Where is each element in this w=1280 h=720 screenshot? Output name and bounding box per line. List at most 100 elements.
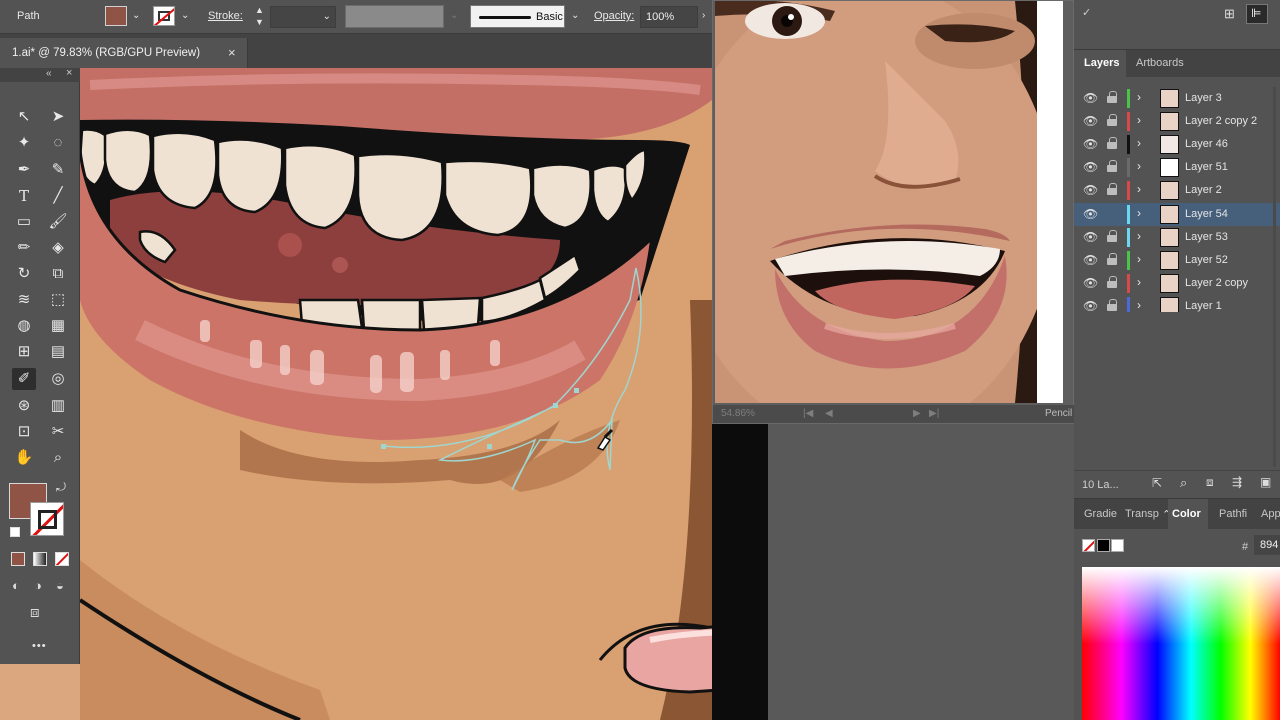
visibility-eye-icon[interactable]: 👁 <box>1083 230 1098 244</box>
visibility-eye-icon[interactable]: 👁 <box>1083 91 1098 105</box>
fill-dropdown-chevron-icon[interactable]: ⌄ <box>132 10 140 21</box>
curvature-tool-icon[interactable]: ✎ <box>46 159 70 181</box>
column-graph-tool-icon[interactable]: ▥ <box>46 395 70 417</box>
export-icon[interactable]: ⇱ <box>1152 476 1162 490</box>
hex-value-field[interactable]: 894 <box>1254 535 1280 555</box>
layer-row[interactable]: 👁 › Layer 3 <box>1074 87 1280 110</box>
magic-wand-tool-icon[interactable]: ✦ <box>12 132 36 154</box>
layer-name[interactable]: Layer 54 <box>1185 208 1228 220</box>
mesh-tool-icon[interactable]: ⊞ <box>12 341 36 363</box>
layer-row[interactable]: 👁 › Layer 53 <box>1074 226 1280 249</box>
eraser-tool-icon[interactable]: ◈ <box>46 237 70 259</box>
stroke-label[interactable]: Stroke: <box>208 10 243 22</box>
expand-arrow-icon[interactable]: › <box>1137 90 1141 104</box>
grid-icon[interactable]: ⊞ <box>1224 6 1235 22</box>
none-color-swatch[interactable] <box>1082 539 1095 552</box>
brush-dropdown-chevron-icon[interactable]: ⌄ <box>571 10 579 21</box>
pencil-tool-icon[interactable]: ✏ <box>12 237 36 259</box>
type-tool-icon[interactable]: T <box>12 185 36 207</box>
close-panel-icon[interactable]: × <box>66 67 72 79</box>
lock-icon[interactable] <box>1107 137 1117 149</box>
default-colors-icon[interactable] <box>10 527 20 537</box>
expand-arrow-icon[interactable]: › <box>1137 206 1141 220</box>
tab-color[interactable]: Color <box>1172 508 1201 520</box>
fill-swatch[interactable] <box>105 6 127 26</box>
tab-artboards[interactable]: Artboards <box>1136 57 1184 69</box>
lock-icon[interactable] <box>1107 230 1117 242</box>
layer-name[interactable]: Layer 2 copy <box>1185 277 1248 289</box>
perspective-grid-tool-icon[interactable]: ▦ <box>46 315 70 337</box>
white-color-swatch[interactable] <box>1111 539 1124 552</box>
nav-next-icon[interactable]: ▶ <box>913 408 921 419</box>
expand-arrow-icon[interactable]: › <box>1137 275 1141 289</box>
visibility-eye-icon[interactable]: 👁 <box>1083 137 1098 151</box>
layer-row[interactable]: 👁 › Layer 51 <box>1074 156 1280 179</box>
stroke-swatch[interactable] <box>153 6 175 26</box>
brush-definition[interactable]: Basic <box>470 5 565 28</box>
variable-width-profile[interactable] <box>345 5 444 28</box>
selection-tool-icon[interactable]: ↖ <box>12 106 36 128</box>
stroke-weight-stepper[interactable]: ▲ ▼ <box>254 5 266 28</box>
none-mode-button[interactable] <box>55 552 69 566</box>
lock-icon[interactable] <box>1107 253 1117 265</box>
layer-name[interactable]: Layer 51 <box>1185 161 1228 173</box>
black-color-swatch[interactable] <box>1097 539 1110 552</box>
layer-name[interactable]: Layer 53 <box>1185 231 1228 243</box>
lock-icon[interactable] <box>1107 276 1117 288</box>
visibility-eye-icon[interactable]: 👁 <box>1083 253 1098 267</box>
expand-arrow-icon[interactable]: › <box>1137 136 1141 150</box>
layer-row[interactable]: 👁 › Layer 54 <box>1074 203 1280 226</box>
direct-selection-tool-icon[interactable]: ➤ <box>46 106 70 128</box>
expand-arrow-icon[interactable]: › <box>1137 159 1141 173</box>
layer-row[interactable]: 👁 › Layer 2 copy 2 <box>1074 110 1280 133</box>
properties-panel-button[interactable]: ⊫ <box>1246 4 1268 24</box>
expand-arrow-icon[interactable]: › <box>1137 298 1141 312</box>
layer-row[interactable]: 👁 › Layer 46 <box>1074 133 1280 156</box>
layer-name[interactable]: Layer 2 copy 2 <box>1185 115 1257 127</box>
color-mode-button[interactable] <box>11 552 25 566</box>
expand-arrow-icon[interactable]: › <box>1137 113 1141 127</box>
stroke-dropdown-chevron-icon[interactable]: ⌄ <box>181 10 189 21</box>
scale-tool-icon[interactable]: ⧉ <box>46 263 70 285</box>
draw-inside-icon[interactable]: ◒ <box>56 578 64 593</box>
symbol-sprayer-tool-icon[interactable]: ⊛ <box>12 395 36 417</box>
blend-tool-icon[interactable]: ◎ <box>46 368 70 390</box>
layer-row[interactable]: 👁 › Layer 2 <box>1074 179 1280 202</box>
nav-prev-icon[interactable]: ◀ <box>825 408 833 419</box>
visibility-eye-icon[interactable]: 👁 <box>1083 183 1098 197</box>
layer-name[interactable]: Layer 46 <box>1185 138 1228 150</box>
swap-colors-icon[interactable]: ⤾ <box>56 480 66 495</box>
visibility-eye-icon[interactable]: 👁 <box>1083 276 1098 290</box>
nav-last-icon[interactable]: ▶| <box>929 408 939 419</box>
color-spectrum[interactable] <box>1082 567 1280 720</box>
layer-name[interactable]: Layer 1 <box>1185 300 1222 312</box>
paintbrush-tool-icon[interactable]: 🖌 <box>46 211 70 233</box>
tab-transparency[interactable]: Transp <box>1125 508 1159 520</box>
screen-mode-icon[interactable]: ⧈ <box>30 604 40 621</box>
layer-name[interactable]: Layer 2 <box>1185 184 1222 196</box>
lock-icon[interactable] <box>1107 91 1117 103</box>
lock-icon[interactable] <box>1107 183 1117 195</box>
edit-toolbar-button[interactable]: ••• <box>32 640 47 652</box>
expand-arrow-icon[interactable]: › <box>1137 252 1141 266</box>
draw-normal-icon[interactable]: ◐ <box>12 578 20 593</box>
line-tool-icon[interactable]: ╱ <box>46 185 70 207</box>
collapse-icon[interactable]: « <box>46 68 52 79</box>
eyedropper-tool-icon[interactable]: ✐ <box>12 368 36 390</box>
tab-pathfinder[interactable]: Pathfi <box>1219 508 1247 520</box>
free-transform-tool-icon[interactable]: ⬚ <box>46 289 70 311</box>
layer-name[interactable]: Layer 3 <box>1185 92 1222 104</box>
new-layer-icon[interactable]: ▣ <box>1260 475 1271 489</box>
lock-icon[interactable] <box>1107 299 1117 311</box>
lasso-tool-icon[interactable]: ◌ <box>46 132 70 154</box>
visibility-eye-icon[interactable]: 👁 <box>1083 160 1098 174</box>
artboard-canvas[interactable] <box>80 68 712 720</box>
zoom-tool-icon[interactable]: ⌕ <box>46 447 70 469</box>
rectangle-tool-icon[interactable]: ▭ <box>12 211 36 233</box>
checkmark-icon[interactable]: ✓ <box>1082 6 1091 19</box>
locate-object-icon[interactable]: ⌕ <box>1180 475 1187 491</box>
tab-gradient[interactable]: Gradie <box>1084 508 1117 520</box>
close-tab-icon[interactable]: × <box>228 45 236 60</box>
document-tab[interactable]: 1.ai* @ 79.83% (RGB/GPU Preview) × <box>0 38 248 68</box>
clipping-mask-icon[interactable]: ⧈ <box>1206 475 1214 490</box>
